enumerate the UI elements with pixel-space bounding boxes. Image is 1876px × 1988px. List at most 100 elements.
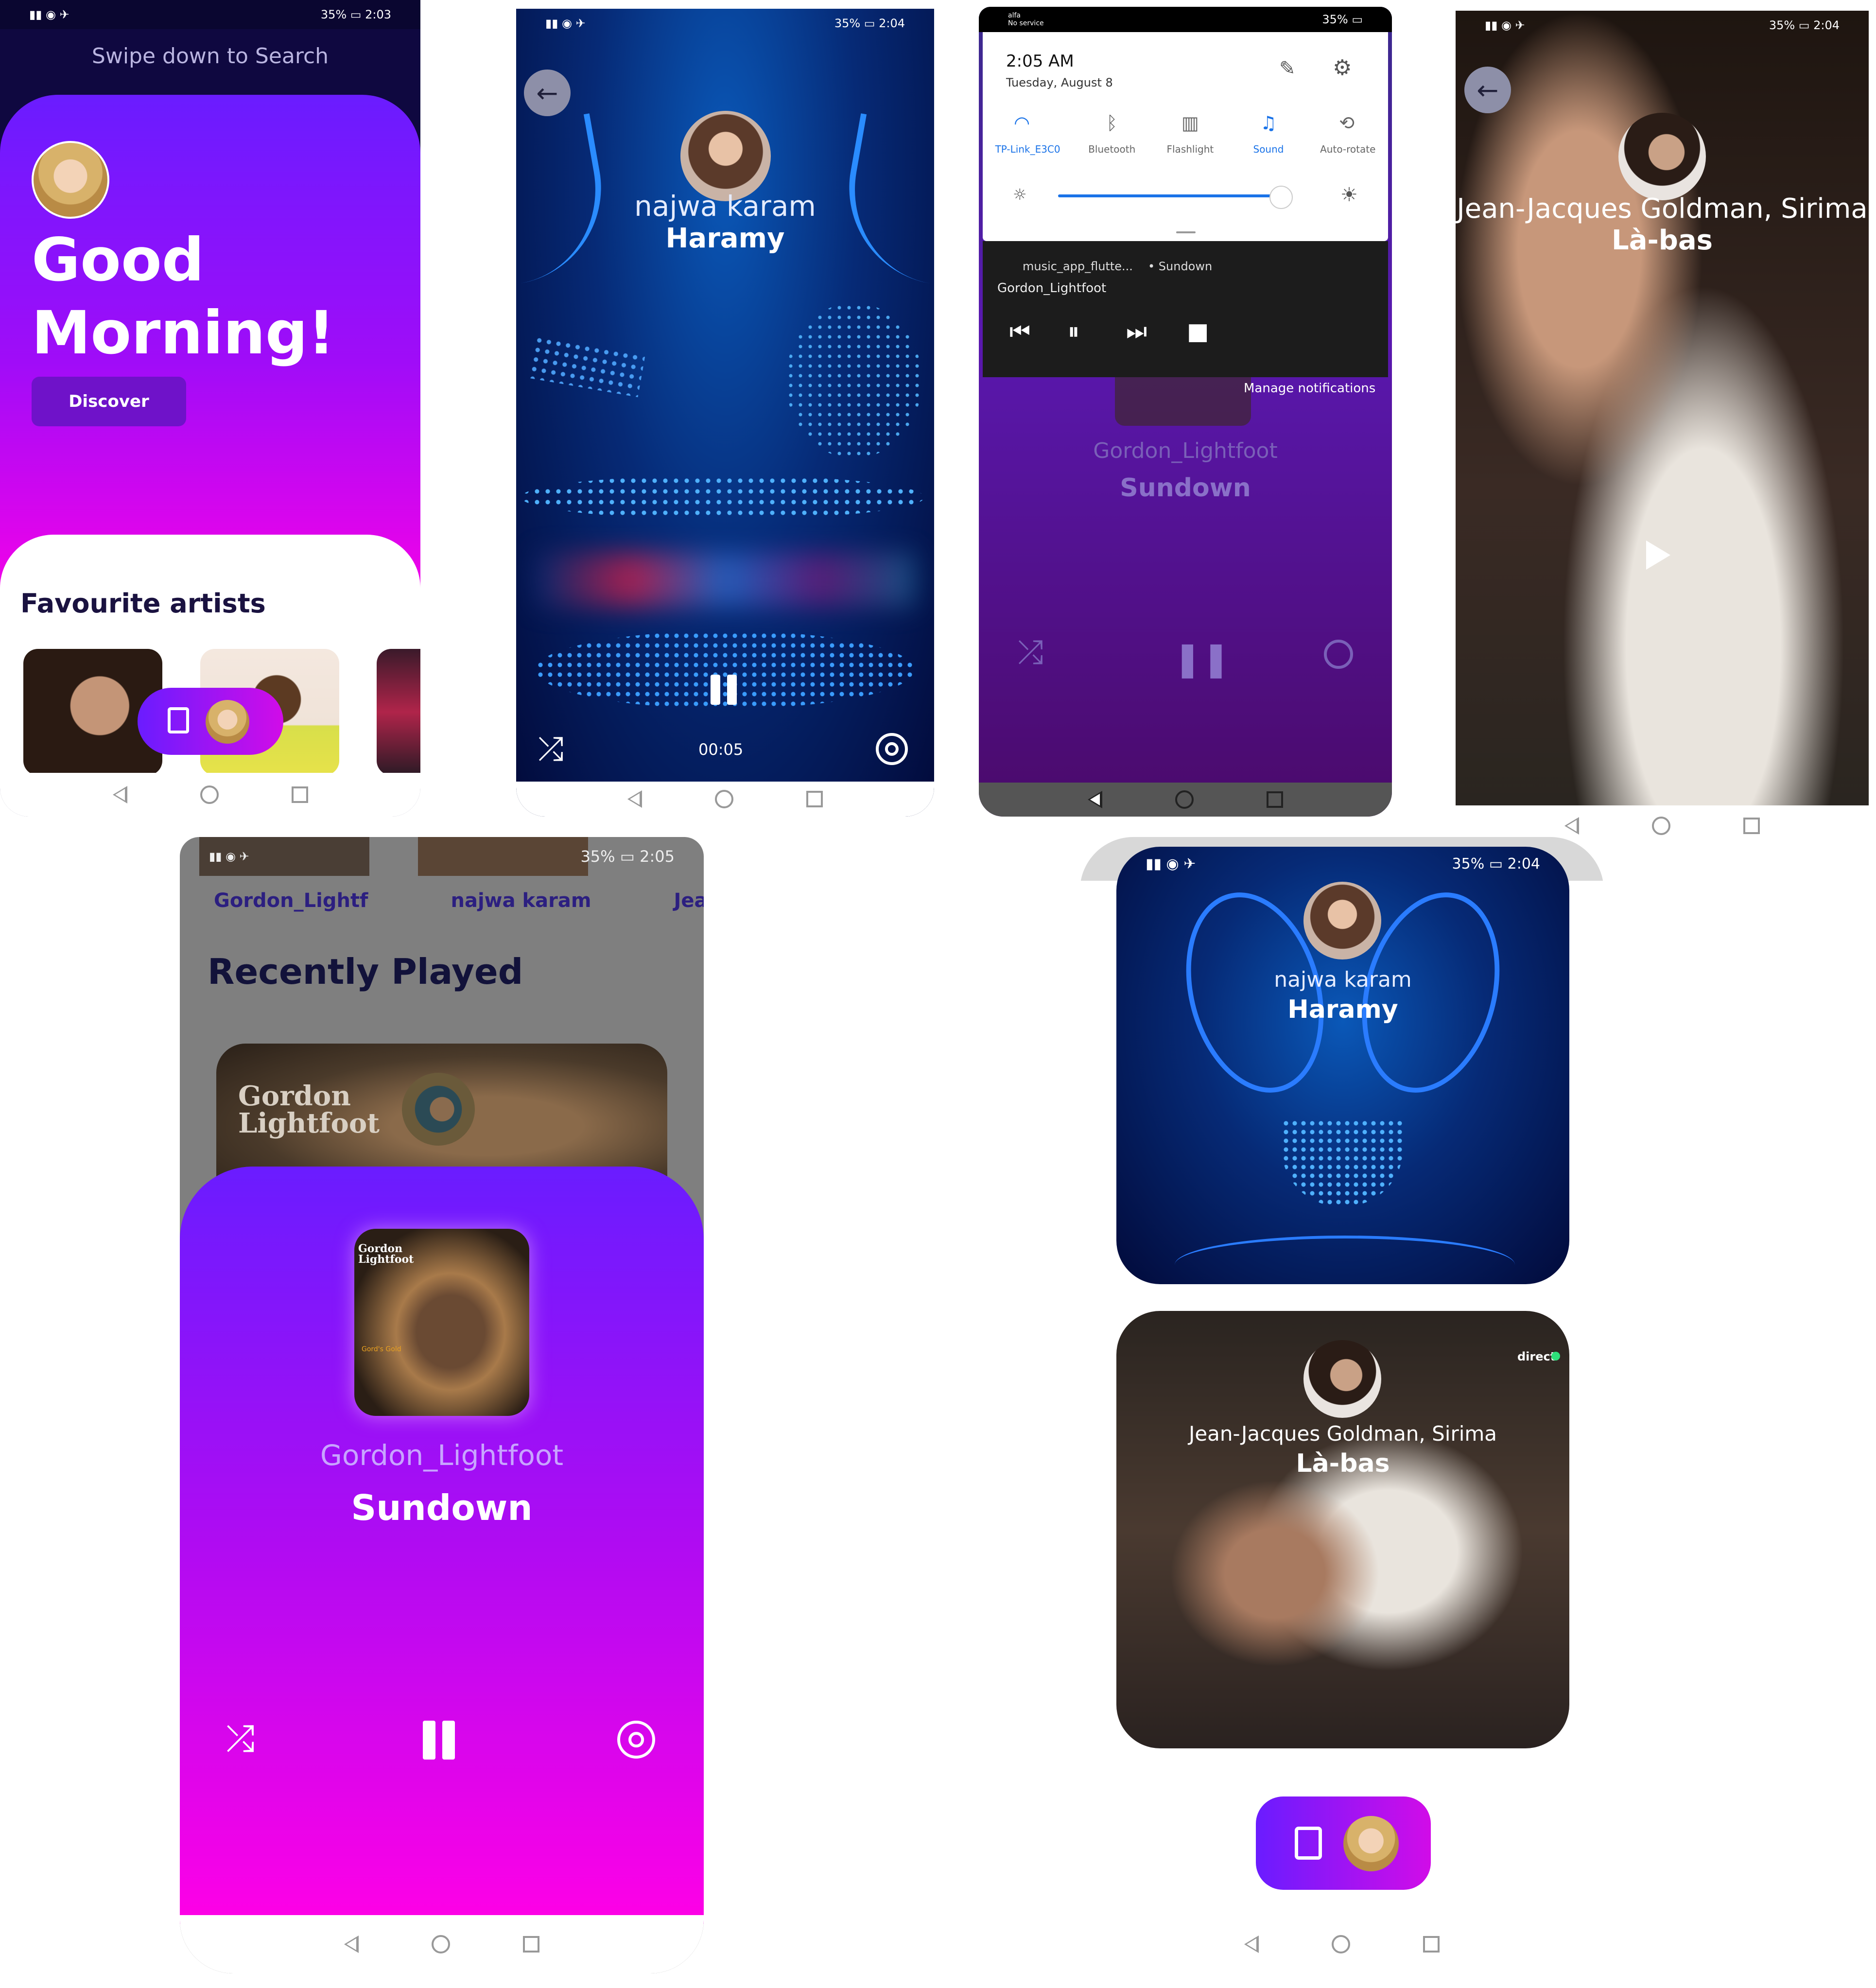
- signal-icons: ▮▮ ◉ ✈: [209, 850, 249, 863]
- card-najwa[interactable]: ▮▮ ◉ ✈ 35% ▭ 2:04 najwa karam Haramy: [1116, 847, 1569, 1284]
- tile-wifi[interactable]: ◠ TP-Link_E3C0: [995, 112, 1060, 155]
- flashlight-icon: ▥: [1181, 112, 1199, 134]
- settings-gear-icon[interactable]: ⚙: [1333, 55, 1352, 80]
- card-jj[interactable]: direct Jean-Jacques Goldman, Sirima Là-b…: [1116, 1311, 1569, 1748]
- album-cover-subtitle: Gord's Gold: [362, 1345, 401, 1353]
- next-icon[interactable]: ⏭: [1126, 318, 1147, 346]
- album-thumb-behind: [1115, 377, 1251, 426]
- notification-artist: Gordon_Lightfoot: [997, 281, 1107, 296]
- card-artist-avatar: [1303, 882, 1381, 959]
- brightness-slider-thumb[interactable]: [1269, 186, 1293, 209]
- nav-home-icon[interactable]: [1175, 790, 1194, 809]
- greeting-text: Good Morning!: [32, 226, 335, 367]
- pause-icon[interactable]: ❚❚: [1173, 639, 1230, 679]
- brightness-low-icon: ☼: [1013, 185, 1027, 204]
- quick-settings-panel: 2:05 AM Tuesday, August 8 ✎ ⚙ ◠ TP-Link_…: [983, 32, 1388, 241]
- nav-recent-icon[interactable]: [523, 1936, 539, 1953]
- app-name: music_app_flutte...: [1023, 260, 1133, 273]
- nav-recent-icon[interactable]: [1423, 1936, 1440, 1953]
- signal-icons: ▮▮ ◉ ✈: [29, 8, 69, 21]
- shuffle-icon[interactable]: ⤮: [1018, 636, 1043, 668]
- notification-screen: alfa No service 35% ▭ 2:05 AM Tuesday, A…: [979, 7, 1392, 817]
- visualizer-bars-left: [527, 334, 646, 398]
- artist-thumb[interactable]: [377, 649, 420, 775]
- mini-player-pill[interactable]: [1256, 1796, 1431, 1890]
- favourites-title: Favourite artists: [20, 588, 266, 619]
- artist-tabs: Gordon_Lightf najwa karam Jean-: [214, 889, 704, 912]
- notification-song: • Sundown: [1148, 260, 1213, 273]
- mini-player-pill[interactable]: [138, 688, 283, 755]
- cast-icon[interactable]: [1324, 640, 1353, 669]
- nav-back-icon[interactable]: [1244, 1936, 1259, 1953]
- artist-avatar: [680, 111, 771, 201]
- cast-icon[interactable]: [876, 733, 908, 765]
- previous-icon[interactable]: ⏮: [1009, 318, 1030, 346]
- recently-played-title: Recently Played: [208, 951, 523, 992]
- signal-icons: ▮▮ ◉ ✈: [545, 17, 586, 30]
- back-button[interactable]: ←: [1464, 67, 1511, 113]
- visualizer-dots-low: [1175, 1236, 1515, 1284]
- nav-recent-icon[interactable]: [1743, 817, 1760, 834]
- nav-bar: [0, 773, 420, 817]
- media-notification[interactable]: music_app_flutte... • Sundown Gordon_Lig…: [983, 241, 1388, 377]
- brightness-slider[interactable]: [1058, 194, 1282, 197]
- nav-home-icon[interactable]: [432, 1935, 450, 1953]
- elapsed-time: 00:05: [698, 740, 744, 759]
- nav-back-icon[interactable]: [344, 1936, 359, 1953]
- status-time: 2:03: [365, 8, 391, 21]
- wifi-icon: ◠: [1013, 112, 1030, 134]
- back-button[interactable]: ←: [524, 70, 571, 116]
- visualizer-glow: [536, 553, 915, 607]
- tile-auto-rotate[interactable]: ⟲ Auto-rotate: [1320, 112, 1375, 155]
- shuffle-icon[interactable]: ⤮: [538, 733, 564, 765]
- shade-time: 2:05 AM: [1006, 52, 1074, 71]
- visualizer-dots: [1282, 1119, 1403, 1206]
- shuffle-icon[interactable]: ⤮: [226, 1721, 255, 1757]
- tab-artist[interactable]: najwa karam: [451, 889, 591, 912]
- nav-bar: [180, 1915, 704, 1973]
- nav-home-icon[interactable]: [1652, 816, 1670, 835]
- copy-icon[interactable]: [1295, 1827, 1322, 1860]
- tile-flashlight[interactable]: ▥ Flashlight: [1164, 112, 1217, 155]
- discover-button[interactable]: Discover: [32, 377, 186, 426]
- nav-back-icon[interactable]: [627, 790, 642, 808]
- now-playing-sheet: Gordon Lightfoot Gord's Gold Gordon_Ligh…: [180, 1167, 704, 1925]
- nav-recent-icon[interactable]: [806, 791, 823, 807]
- copy-icon[interactable]: [168, 707, 189, 733]
- edit-icon[interactable]: ✎: [1279, 57, 1296, 80]
- nav-home-icon[interactable]: [1332, 1935, 1350, 1953]
- stop-icon[interactable]: ■: [1187, 318, 1209, 345]
- nav-bar: [1080, 1915, 1604, 1973]
- pause-icon[interactable]: ⏸: [1068, 318, 1079, 346]
- album-cover[interactable]: Gordon Lightfoot Gord's Gold: [354, 1229, 529, 1416]
- pause-button[interactable]: [423, 1721, 455, 1760]
- card-song-title: Haramy: [1287, 995, 1398, 1024]
- tab-artist[interactable]: Gordon_Lightf: [214, 889, 368, 912]
- nav-back-icon[interactable]: [1564, 817, 1579, 835]
- nav-back-icon[interactable]: [112, 786, 127, 803]
- auto-rotate-icon: ⟲: [1339, 112, 1355, 134]
- user-avatar[interactable]: [32, 141, 109, 219]
- tile-bluetooth[interactable]: ᛒ Bluetooth: [1085, 112, 1139, 155]
- play-icon[interactable]: [1646, 541, 1670, 570]
- battery-level: 35%: [320, 8, 347, 21]
- nav-home-icon[interactable]: [715, 790, 733, 808]
- tile-sound[interactable]: ♫ Sound: [1242, 112, 1295, 155]
- search-hint: Swipe down to Search: [91, 44, 329, 69]
- tab-artist[interactable]: Jean-: [674, 889, 704, 912]
- pause-button[interactable]: [711, 675, 737, 705]
- nav-home-icon[interactable]: [200, 785, 219, 804]
- nav-back-icon[interactable]: [1088, 791, 1102, 808]
- status-bar: alfa No service 35% ▭: [979, 7, 1392, 32]
- visualizer-band: [521, 475, 924, 519]
- cast-icon[interactable]: [617, 1721, 655, 1759]
- mini-player-avatar: [1343, 1816, 1399, 1871]
- carrier: alfa No service: [1008, 12, 1044, 27]
- signal-icons: ▮▮ ◉ ✈: [1485, 18, 1525, 32]
- status-bar: ▮▮ ◉ ✈ 35% ▭ 2:05: [209, 847, 675, 866]
- nav-recent-icon[interactable]: [291, 786, 308, 803]
- nav-recent-icon[interactable]: [1267, 791, 1283, 808]
- shade-handle[interactable]: [1176, 231, 1196, 233]
- manage-notifications-link[interactable]: Manage notifications: [1244, 381, 1375, 396]
- album-cover-title: Gordon Lightfoot: [358, 1242, 414, 1266]
